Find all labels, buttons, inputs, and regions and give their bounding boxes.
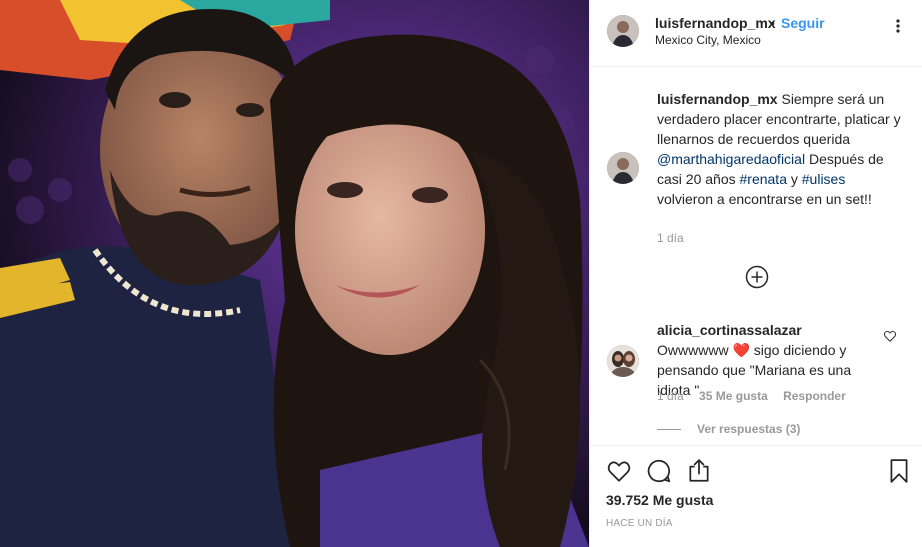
author-avatar[interactable] bbox=[607, 15, 639, 47]
save-button[interactable] bbox=[886, 458, 912, 484]
comment-icon bbox=[647, 459, 671, 483]
caption-text: y bbox=[786, 171, 802, 187]
commenter-avatar[interactable] bbox=[607, 345, 639, 377]
commenter-username[interactable]: alicia_cortinassalazar bbox=[657, 322, 802, 338]
comment-timestamp[interactable]: 1 día bbox=[657, 389, 684, 403]
view-replies-label: Ver respuestas (3) bbox=[697, 422, 801, 436]
comments-section: luisfernandop_mx Siempre será un verdade… bbox=[590, 67, 922, 445]
heart-icon bbox=[607, 461, 631, 482]
caption-mention-link[interactable]: @marthahigaredaoficial bbox=[657, 151, 805, 167]
more-options-button[interactable] bbox=[890, 16, 906, 36]
avatar-icon bbox=[607, 152, 639, 184]
comment-meta: 1 día 35 Me gusta Responder bbox=[657, 389, 858, 403]
more-options-icon bbox=[896, 19, 900, 33]
comment-body: alicia_cortinassalazar Owwwwww ❤️ sigo d… bbox=[657, 320, 872, 400]
post-caption: luisfernandop_mx Siempre será un verdade… bbox=[657, 89, 905, 209]
heart-emoji: ❤️ bbox=[732, 342, 750, 358]
replies-divider bbox=[657, 429, 681, 431]
like-button[interactable] bbox=[606, 458, 632, 484]
post-photo[interactable] bbox=[0, 0, 589, 547]
post-side-panel: luisfernandop_mx • Seguir Mexico City, M… bbox=[589, 0, 922, 547]
share-icon bbox=[689, 459, 709, 482]
share-button[interactable] bbox=[686, 458, 712, 484]
comment-button[interactable] bbox=[646, 458, 672, 484]
caption-timestamp[interactable]: 1 día bbox=[657, 231, 684, 245]
post-actions: 39.752 Me gusta HACE UN DÍA bbox=[590, 445, 922, 547]
caption-author-avatar[interactable] bbox=[607, 152, 639, 184]
caption-username[interactable]: luisfernandop_mx bbox=[657, 91, 778, 107]
view-replies-button[interactable]: Ver respuestas (3) bbox=[657, 422, 800, 436]
author-username[interactable]: luisfernandop_mx bbox=[655, 15, 776, 31]
plus-circle-icon bbox=[745, 265, 769, 289]
comment-text: Owwwwww bbox=[657, 342, 733, 358]
post-location[interactable]: Mexico City, Mexico bbox=[655, 33, 761, 47]
load-more-comments-button[interactable] bbox=[745, 265, 769, 289]
caption-text: volvieron a encontrarse en un set!! bbox=[657, 191, 872, 207]
avatar-icon bbox=[607, 345, 639, 377]
bookmark-icon bbox=[890, 459, 908, 483]
hashtag-ulises-link[interactable]: #ulises bbox=[802, 171, 846, 187]
hashtag-renata-link[interactable]: #renata bbox=[740, 171, 787, 187]
comment-like-button[interactable] bbox=[883, 329, 897, 343]
post-header: luisfernandop_mx • Seguir Mexico City, M… bbox=[590, 0, 922, 67]
reply-button[interactable]: Responder bbox=[783, 389, 846, 403]
post-timestamp[interactable]: HACE UN DÍA bbox=[606, 518, 673, 529]
follow-button[interactable]: Seguir bbox=[781, 15, 825, 31]
selfie-photo bbox=[0, 0, 589, 547]
comment-likes[interactable]: 35 Me gusta bbox=[699, 389, 768, 403]
separator-dot: • bbox=[770, 15, 775, 31]
heart-icon bbox=[883, 330, 897, 342]
likes-count[interactable]: 39.752 Me gusta bbox=[606, 492, 713, 508]
avatar-icon bbox=[607, 15, 639, 47]
